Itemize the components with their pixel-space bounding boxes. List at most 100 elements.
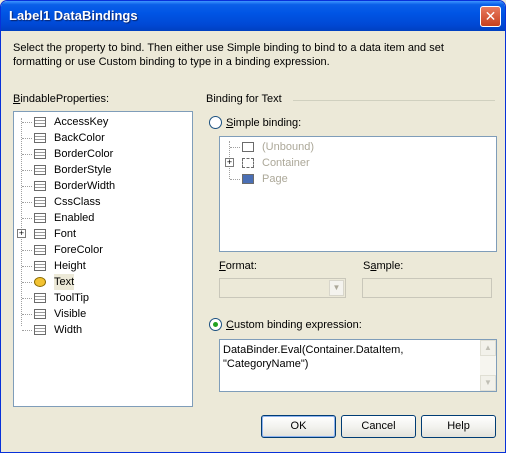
radio-selected-dot xyxy=(213,322,218,327)
binding-group-label: Binding for Text xyxy=(206,93,282,105)
dialog-client: Select the property to bind. Then either… xyxy=(1,31,505,452)
property-item[interactable]: BackColor xyxy=(16,130,186,146)
tree-item-label: (Unbound) xyxy=(262,141,314,153)
property-label: Enabled xyxy=(54,212,95,224)
property-icon xyxy=(34,325,46,335)
unbound-icon xyxy=(242,142,254,152)
custom-label-text: ustom binding expression: xyxy=(233,319,362,331)
format-dropdown[interactable]: ▼ xyxy=(219,278,346,298)
simple-tree-item[interactable]: Page xyxy=(224,171,424,187)
sample-label: Sample: xyxy=(363,260,403,272)
property-label: AccessKey xyxy=(54,116,109,128)
property-item[interactable]: Visible xyxy=(16,306,186,322)
property-item[interactable]: Text xyxy=(16,274,186,290)
tree-dots xyxy=(22,314,32,315)
help-button[interactable]: Help xyxy=(421,415,496,438)
tree-dots xyxy=(22,186,32,187)
property-item[interactable]: + Font xyxy=(16,226,186,242)
tree-dots xyxy=(22,218,32,219)
simple-label-text: imple binding: xyxy=(233,117,302,129)
cancel-button[interactable]: Cancel xyxy=(341,415,416,438)
property-label: BorderStyle xyxy=(54,164,112,176)
property-label: BackColor xyxy=(54,132,105,144)
property-label: Height xyxy=(54,260,86,272)
property-item[interactable]: ForeColor xyxy=(16,242,186,258)
custom-binding-label[interactable]: Custom binding expression: xyxy=(226,319,362,331)
simple-binding-tree[interactable]: (Unbound) + Container Page xyxy=(219,136,497,252)
simple-tree-item[interactable]: + Container xyxy=(224,155,424,171)
scroll-up-icon[interactable]: ▲ xyxy=(480,340,496,356)
bindable-label-text: indableProperties: xyxy=(20,93,110,105)
simple-tree-item[interactable]: (Unbound) xyxy=(224,139,424,155)
simple-binding-radio[interactable] xyxy=(209,116,222,129)
property-icon xyxy=(34,197,46,207)
bindable-properties-tree[interactable]: AccessKey BackColor BorderColor BorderStyle… xyxy=(13,111,193,407)
property-icon xyxy=(34,149,46,159)
property-label: BorderWidth xyxy=(54,180,116,192)
expression-scrollbar[interactable]: ▲ ▼ xyxy=(480,340,496,391)
tree-dots xyxy=(22,330,32,331)
sample-label-text: mple: xyxy=(376,260,404,272)
property-label: ToolTip xyxy=(54,292,90,304)
property-label: Width xyxy=(54,324,83,336)
property-label: ForeColor xyxy=(54,244,103,256)
property-item[interactable]: BorderColor xyxy=(16,146,186,162)
format-access-key: F xyxy=(219,260,226,272)
custom-binding-radio[interactable] xyxy=(209,318,222,331)
container-icon xyxy=(242,158,254,168)
tree-dots xyxy=(22,154,32,155)
close-button[interactable]: ✕ xyxy=(480,6,501,27)
format-label-text: ormat: xyxy=(225,260,257,272)
property-item[interactable]: CssClass xyxy=(16,194,186,210)
property-icon xyxy=(34,165,46,175)
bound-property-icon xyxy=(34,277,46,287)
page-icon xyxy=(242,174,254,184)
property-label: Font xyxy=(54,228,77,240)
ok-button[interactable]: OK xyxy=(261,415,336,438)
chevron-down-icon[interactable]: ▼ xyxy=(329,280,344,296)
tree-item-label: Page xyxy=(262,173,288,185)
expand-icon[interactable]: + xyxy=(17,229,26,238)
property-item[interactable]: Width xyxy=(16,322,186,338)
property-label: Visible xyxy=(54,308,87,320)
title-bar[interactable]: Label1 DataBindings ✕ xyxy=(1,1,505,31)
property-item[interactable]: BorderStyle xyxy=(16,162,186,178)
tree-dots xyxy=(22,122,32,123)
instruction-text: Select the property to bind. Then either… xyxy=(13,42,444,68)
property-item[interactable]: Enabled xyxy=(16,210,186,226)
property-icon xyxy=(34,245,46,255)
databindings-dialog: Label1 DataBindings ✕ Select the propert… xyxy=(0,0,506,453)
tree-dots xyxy=(22,282,32,283)
property-label: Text xyxy=(54,274,75,290)
property-item[interactable]: BorderWidth xyxy=(16,178,186,194)
sample-field[interactable] xyxy=(362,278,492,298)
expression-text[interactable]: DataBinder.Eval(Container.DataItem, "Cat… xyxy=(223,343,475,371)
property-item[interactable]: ToolTip xyxy=(16,290,186,306)
simple-binding-label[interactable]: Simple binding: xyxy=(226,117,301,129)
tree-dots xyxy=(230,147,240,148)
tree-dots xyxy=(22,202,32,203)
scroll-down-icon[interactable]: ▼ xyxy=(480,375,496,391)
property-item[interactable]: AccessKey xyxy=(16,114,186,130)
property-item[interactable]: Height xyxy=(16,258,186,274)
property-icon xyxy=(34,133,46,143)
property-label: BorderColor xyxy=(54,148,114,160)
tree-dots xyxy=(22,250,32,251)
tree-item-label: Container xyxy=(262,157,310,169)
tree-dots xyxy=(230,179,240,180)
group-separator xyxy=(293,100,495,101)
property-icon xyxy=(34,261,46,271)
property-icon xyxy=(34,117,46,127)
custom-expression-input[interactable]: DataBinder.Eval(Container.DataItem, "Cat… xyxy=(219,339,497,392)
window-title: Label1 DataBindings xyxy=(9,8,138,23)
tree-dots xyxy=(22,266,32,267)
property-icon xyxy=(34,213,46,223)
tree-dots xyxy=(22,138,32,139)
property-icon xyxy=(34,229,46,239)
custom-access-key: C xyxy=(226,319,234,331)
format-label: Format: xyxy=(219,260,257,272)
expand-icon[interactable]: + xyxy=(225,158,234,167)
property-icon xyxy=(34,293,46,303)
tree-dots xyxy=(22,298,32,299)
bindable-properties-label: BindableProperties: xyxy=(13,93,109,105)
